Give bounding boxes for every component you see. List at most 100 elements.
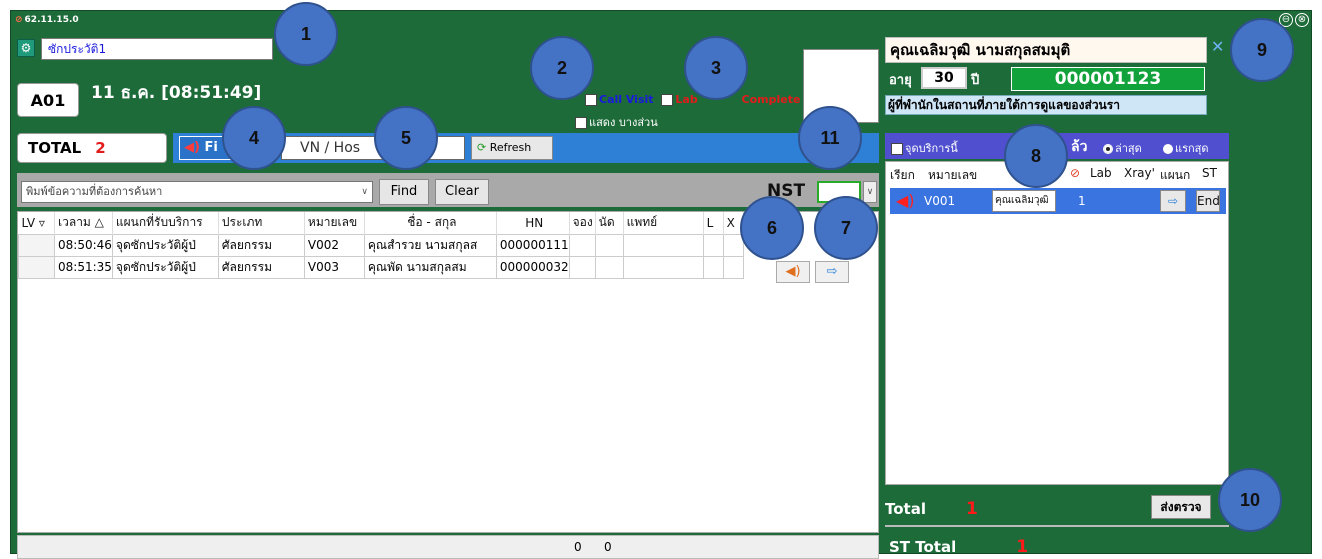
row-actions: ◀) ⇨ xyxy=(776,260,850,283)
callout-marker: 11 xyxy=(798,106,862,170)
table-row[interactable]: 08:50:46 จุดซักประวัติผู้ป่ ศัลยกรรม V00… xyxy=(18,233,744,257)
right-total-label: Total xyxy=(885,500,926,518)
sort-first-radio[interactable] xyxy=(1163,144,1173,154)
close-button[interactable]: ⊗ xyxy=(1295,13,1309,27)
col-lab[interactable]: Lab xyxy=(1090,166,1112,180)
call-visit-label: Call Visit xyxy=(599,93,654,106)
datetime-display: 11 ธ.ค. [08:51:49] xyxy=(91,83,262,103)
show-partial-label: แสดง บางส่วน xyxy=(589,116,658,129)
col-number[interactable]: หมายเลข xyxy=(304,212,365,234)
col-time[interactable]: เวลาม △ xyxy=(54,212,113,234)
col-doctor[interactable]: แพทย์ xyxy=(623,212,704,234)
callout-marker: 1 xyxy=(274,2,338,66)
col-appointment[interactable]: นัด xyxy=(595,212,624,234)
service-point-label: จุดบริการนี้ xyxy=(905,142,958,155)
table-row[interactable]: 08:51:35 จุดซักประวัติผู้ป่ ศัลยกรรม V00… xyxy=(18,255,744,279)
divider xyxy=(885,525,1229,527)
title-bar: ⊘ 62.11.15.0 xyxy=(11,11,1311,29)
speaker-icon[interactable]: ◀) xyxy=(896,188,915,214)
callout-marker: 3 xyxy=(684,36,748,100)
callout-marker: 7 xyxy=(814,196,878,260)
col-l[interactable]: L xyxy=(703,212,724,234)
row-type: ศัลยกรรม xyxy=(217,233,305,257)
call-visit-checkbox[interactable] xyxy=(585,94,597,106)
col-call[interactable]: เรียก xyxy=(890,166,915,185)
speaker-icon: ◀) xyxy=(184,140,200,155)
callout-marker: 5 xyxy=(374,106,438,170)
served-table: เรียก หมายเลข ⊘ Lab Xray' แผนก ST ◀) V00… xyxy=(885,161,1229,485)
callout-marker: 4 xyxy=(222,106,286,170)
find-button[interactable]: Find xyxy=(379,179,429,205)
patient-hn: 000001123 xyxy=(1011,67,1205,91)
col-dept[interactable]: แผนกที่รับบริการ xyxy=(112,212,219,234)
total-counter: TOTAL 2 xyxy=(17,133,167,163)
refresh-icon: ⟳ xyxy=(477,141,487,154)
total-value: 2 xyxy=(95,139,106,157)
table-header: LV ▿ เวลาม △ แผนกที่รับบริการ ประเภท หมา… xyxy=(18,212,744,234)
search-bar: พิมพ์ข้อความที่ต้องการค้นหา ∨ Find Clear… xyxy=(17,173,879,207)
row-number: V003 xyxy=(303,255,365,279)
window-title: 62.11.15.0 xyxy=(24,15,79,25)
callout-marker: 8 xyxy=(1004,124,1068,188)
served-row[interactable]: ◀) V001 คุณเฉลิมวุฒิ 1 ⇨ End xyxy=(890,188,1226,214)
col-number[interactable]: หมายเลข xyxy=(928,166,977,185)
send-arrow-button[interactable]: ⇨ xyxy=(1160,190,1186,212)
row-dept: จุดซักประวัติผู้ป่ xyxy=(111,233,219,257)
refresh-button[interactable]: ⟳ Refresh xyxy=(471,136,553,160)
st-total-label: ST Total xyxy=(889,538,957,556)
row-name: คุณพัด นามสกุลสม xyxy=(363,255,497,279)
patient-name: คุณเฉลิมวุฒิ นามสกุลสมมุติ xyxy=(885,37,1207,63)
callout-marker: 6 xyxy=(740,196,804,260)
sort-latest-label: ล่าสุด xyxy=(1115,142,1142,155)
show-partial-option: แสดง บางส่วน xyxy=(575,113,658,131)
col-type[interactable]: ประเภท xyxy=(218,212,305,234)
complete-label: Complete xyxy=(741,93,801,106)
callout-marker: 10 xyxy=(1218,468,1282,532)
call-button-label: Fi xyxy=(204,140,218,155)
nst-dropdown-icon[interactable]: ∨ xyxy=(863,181,877,203)
footer-count-a: 0 xyxy=(574,540,582,554)
station-name-field[interactable]: ซักประวัติ1 xyxy=(41,38,273,60)
expand-icon[interactable]: ✕ xyxy=(1211,37,1225,56)
chevron-down-icon[interactable]: ∨ xyxy=(361,182,368,202)
col-st[interactable]: ST xyxy=(1202,166,1217,180)
col-booking[interactable]: จอง xyxy=(569,212,596,234)
age-label: อายุ xyxy=(889,73,912,88)
show-partial-checkbox[interactable] xyxy=(575,117,587,129)
served-name: คุณเฉลิมวุฒิ xyxy=(992,190,1056,212)
left-panel: ⚙ ซักประวัติ1 A01 11 ธ.ค. [08:51:49] Cal… xyxy=(15,33,879,559)
row-number: V002 xyxy=(303,233,365,257)
queue-table: LV ▿ เวลาม △ แผนกที่รับบริการ ประเภท หมา… xyxy=(17,211,879,533)
clear-button[interactable]: Clear xyxy=(435,179,489,205)
row-lv xyxy=(18,233,55,257)
end-button[interactable]: End xyxy=(1196,190,1220,212)
right-total-value: 1 xyxy=(965,499,978,519)
sort-latest-radio[interactable] xyxy=(1103,144,1113,154)
row-dept: จุดซักประวัติผู้ป่ xyxy=(111,255,219,279)
col-xray[interactable]: Xray' xyxy=(1124,166,1155,180)
col-hn[interactable]: HN xyxy=(496,212,570,234)
row-time: 08:51:35 xyxy=(54,255,113,279)
speaker-button[interactable]: ◀) xyxy=(776,261,810,283)
service-point-checkbox[interactable] xyxy=(891,143,903,155)
table-footer: 0 0 xyxy=(17,535,879,559)
search-input[interactable]: พิมพ์ข้อความที่ต้องการค้นหา ∨ xyxy=(21,181,373,203)
patient-info: ผู้ที่พำนักในสถานที่ภายใต้การดูแลของส่วน… xyxy=(885,95,1207,115)
st-total-value: 1 xyxy=(1016,537,1029,557)
callout-marker: 9 xyxy=(1230,18,1294,82)
col-lv[interactable]: LV ▿ xyxy=(18,212,55,234)
callout-marker: 2 xyxy=(530,36,594,100)
served-header: ล้ว xyxy=(1071,139,1088,155)
app-logo-icon: ⊘ xyxy=(15,15,23,25)
row-hn: 000000032 xyxy=(495,255,570,279)
col-name[interactable]: ชื่อ - สกุล xyxy=(364,212,497,234)
gear-icon[interactable]: ⚙ xyxy=(17,39,35,57)
served-number: V001 xyxy=(924,194,956,208)
col-dept[interactable]: แผนก xyxy=(1160,166,1190,185)
send-exam-button[interactable]: ส่งตรวจ xyxy=(1151,495,1211,519)
served-lab-count: 1 xyxy=(1078,194,1086,208)
send-arrow-button[interactable]: ⇨ xyxy=(815,261,850,283)
row-lv xyxy=(18,255,55,279)
lab-checkbox[interactable] xyxy=(661,94,674,106)
row-hn: 000000111 xyxy=(495,233,570,257)
